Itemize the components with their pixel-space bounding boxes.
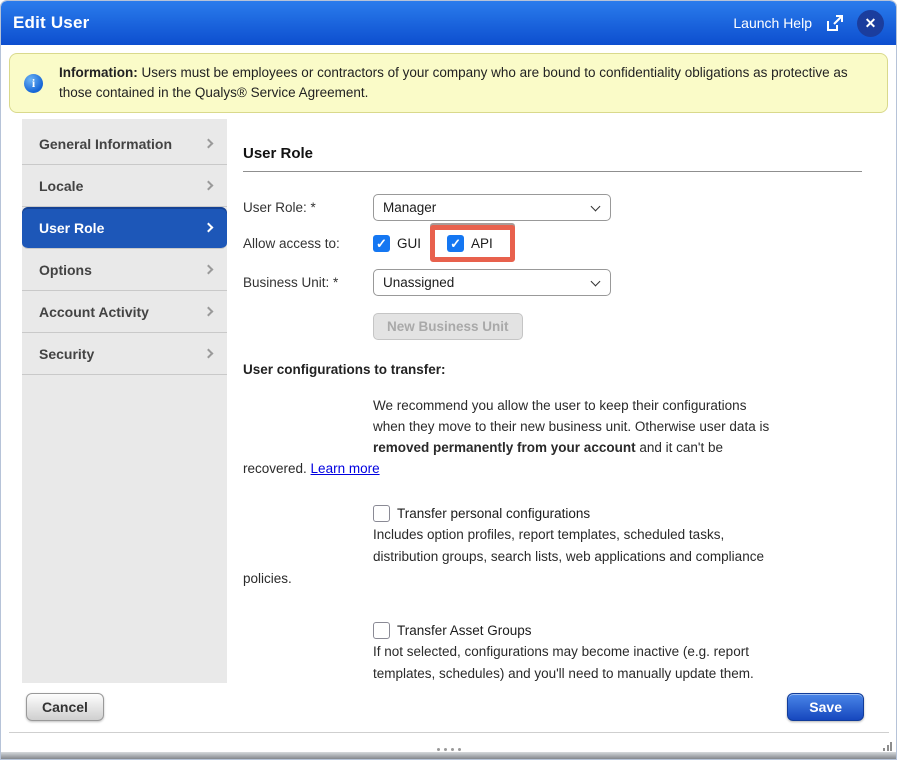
allow-access-row: Allow access to: ✓ GUI ✓ API [243, 234, 862, 253]
chevron-right-icon [204, 181, 214, 191]
info-banner-text: Information: Users must be employees or … [59, 63, 864, 103]
launch-help-link[interactable]: Launch Help [733, 15, 812, 31]
sidebar-item-account-activity[interactable]: Account Activity [22, 291, 227, 333]
sidebar-item-locale[interactable]: Locale [22, 165, 227, 207]
dialog-title: Edit User [13, 13, 89, 33]
launch-external-icon[interactable] [824, 13, 845, 34]
business-unit-selected-value: Unassigned [383, 275, 454, 290]
user-role-label: User Role: * [243, 200, 373, 215]
sidebar-item-options[interactable]: Options [22, 249, 227, 291]
close-button[interactable]: ✕ [857, 10, 884, 37]
user-role-selected-value: Manager [383, 200, 436, 215]
chevron-down-icon [591, 202, 601, 212]
window-bottom-edge [1, 752, 896, 759]
gui-checkbox[interactable]: ✓ [373, 235, 390, 252]
info-banner: i Information: Users must be employees o… [9, 53, 888, 113]
gui-checkbox-label: GUI [397, 236, 421, 251]
chevron-right-icon [204, 223, 214, 233]
new-business-unit-row: New Business Unit [243, 313, 862, 340]
transfer-asset-groups-checkbox[interactable]: ✓ [373, 622, 390, 639]
section-heading: User Role [243, 145, 862, 172]
business-unit-row: Business Unit: * Unassigned [243, 269, 862, 296]
window-drag-handle[interactable] [437, 748, 461, 751]
transfer-assets-row: ✓ Transfer Asset Groups [373, 622, 862, 639]
cancel-button[interactable]: Cancel [26, 693, 104, 721]
window-resize-grip[interactable] [883, 742, 892, 751]
transfer-personal-row: ✓ Transfer personal configurations [373, 505, 862, 522]
transfer-heading: User configurations to transfer: [243, 362, 862, 377]
check-icon: ✓ [450, 237, 461, 250]
api-annotation-highlight: ✓ API [430, 225, 515, 262]
user-role-select[interactable]: Manager [373, 194, 611, 221]
info-banner-label: Information: [59, 65, 138, 80]
chevron-right-icon [204, 265, 214, 275]
title-bar: Edit User Launch Help ✕ [1, 1, 896, 45]
chevron-down-icon [591, 277, 601, 287]
edit-user-dialog: Edit User Launch Help ✕ i Information: U… [0, 0, 897, 760]
sidebar-nav: General Information Locale User Role Opt… [22, 119, 227, 683]
transfer-personal-description: Includes option profiles, report templat… [243, 524, 862, 590]
close-icon: ✕ [865, 15, 877, 32]
user-role-row: User Role: * Manager [243, 194, 862, 221]
recommendation-paragraph: We recommend you allow the user to keep … [243, 395, 862, 479]
sidebar-item-user-role[interactable]: User Role [22, 207, 227, 249]
save-button[interactable]: Save [787, 693, 864, 721]
transfer-asset-groups-label: Transfer Asset Groups [397, 623, 532, 638]
info-icon: i [24, 74, 43, 93]
new-business-unit-button[interactable]: New Business Unit [373, 313, 523, 340]
sidebar-item-general-information[interactable]: General Information [22, 123, 227, 165]
chevron-right-icon [204, 307, 214, 317]
transfer-assets-description: If not selected, configurations may beco… [243, 641, 862, 685]
transfer-personal-label: Transfer personal configurations [397, 506, 590, 521]
business-unit-label: Business Unit: * [243, 275, 373, 290]
api-checkbox[interactable]: ✓ [447, 235, 464, 252]
main-panel: User Role User Role: * Manager Allow acc… [228, 119, 895, 683]
allow-access-label: Allow access to: [243, 236, 373, 251]
business-unit-select[interactable]: Unassigned [373, 269, 611, 296]
chevron-right-icon [204, 349, 214, 359]
footer-bar: Cancel Save [1, 684, 896, 732]
api-checkbox-label: API [471, 236, 493, 251]
footer-divider [9, 732, 889, 733]
sidebar-item-security[interactable]: Security [22, 333, 227, 375]
chevron-right-icon [204, 139, 214, 149]
learn-more-link[interactable]: Learn more [311, 461, 380, 476]
check-icon: ✓ [376, 237, 387, 250]
transfer-personal-checkbox[interactable]: ✓ [373, 505, 390, 522]
